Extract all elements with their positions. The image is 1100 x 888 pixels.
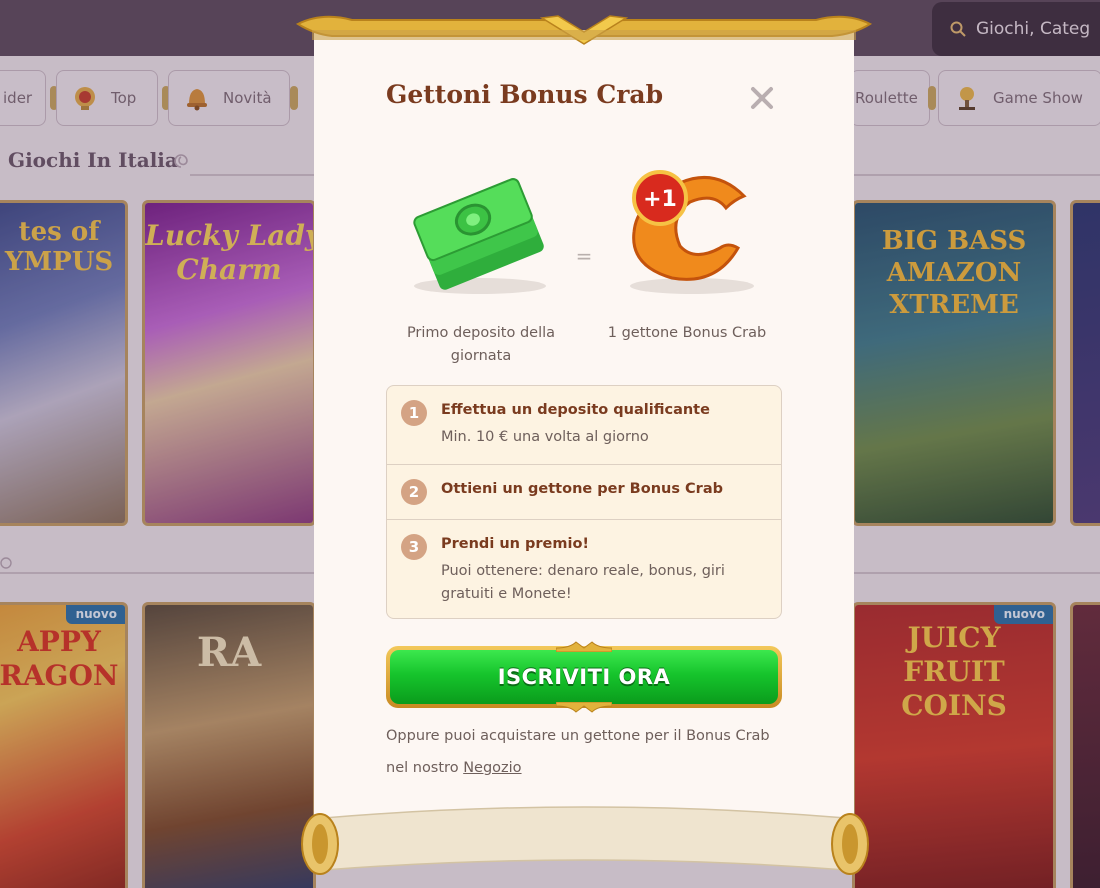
crab-claw-token-icon: +1 <box>630 170 754 294</box>
step-heading: Ottieni un gettone per Bonus Crab <box>441 481 723 497</box>
step-number: 3 <box>401 534 427 560</box>
scroll-bottom-ornament-icon <box>301 806 869 875</box>
modal-title: Gettoni Bonus Crab <box>386 80 664 109</box>
step-description: Puoi ottenere: denaro reale, bonus, giri… <box>441 563 725 602</box>
step-heading: Prendi un premio! <box>441 536 590 552</box>
scroll-top-ornament-icon <box>295 15 873 45</box>
step-item: 2 Ottieni un gettone per Bonus Crab <box>387 464 781 519</box>
cta-container: ISCRIVITI ORA <box>386 640 782 713</box>
step-item: 1 Effettua un deposito qualificante Min.… <box>387 386 781 464</box>
signup-button[interactable]: ISCRIVITI ORA <box>386 646 782 708</box>
step-description: Min. 10 € una volta al giorno <box>441 429 649 445</box>
equals-sign: = <box>575 244 593 268</box>
step-item: 3 Prendi un premio! Puoi ottenere: denar… <box>387 519 781 618</box>
money-stack-icon <box>413 178 546 294</box>
button-ornament-icon <box>556 702 612 713</box>
close-icon[interactable] <box>748 84 776 112</box>
claw-token-badge: +1 <box>643 187 677 212</box>
deposit-caption: Primo deposito della giornata <box>406 325 556 364</box>
shop-link[interactable]: Negozio <box>463 760 521 776</box>
footnote-text: Oppure puoi acquistare un gettone per il… <box>386 728 770 776</box>
button-ornament-icon <box>556 641 612 652</box>
step-number: 1 <box>401 400 427 426</box>
token-caption: 1 gettone Bonus Crab <box>607 325 767 341</box>
shop-footnote: Oppure puoi acquistare un gettone per il… <box>386 720 786 784</box>
signup-button-label: ISCRIVITI ORA <box>390 650 778 704</box>
steps-list: 1 Effettua un deposito qualificante Min.… <box>386 385 782 619</box>
step-number: 2 <box>401 479 427 505</box>
step-heading: Effettua un deposito qualificante <box>441 402 710 418</box>
